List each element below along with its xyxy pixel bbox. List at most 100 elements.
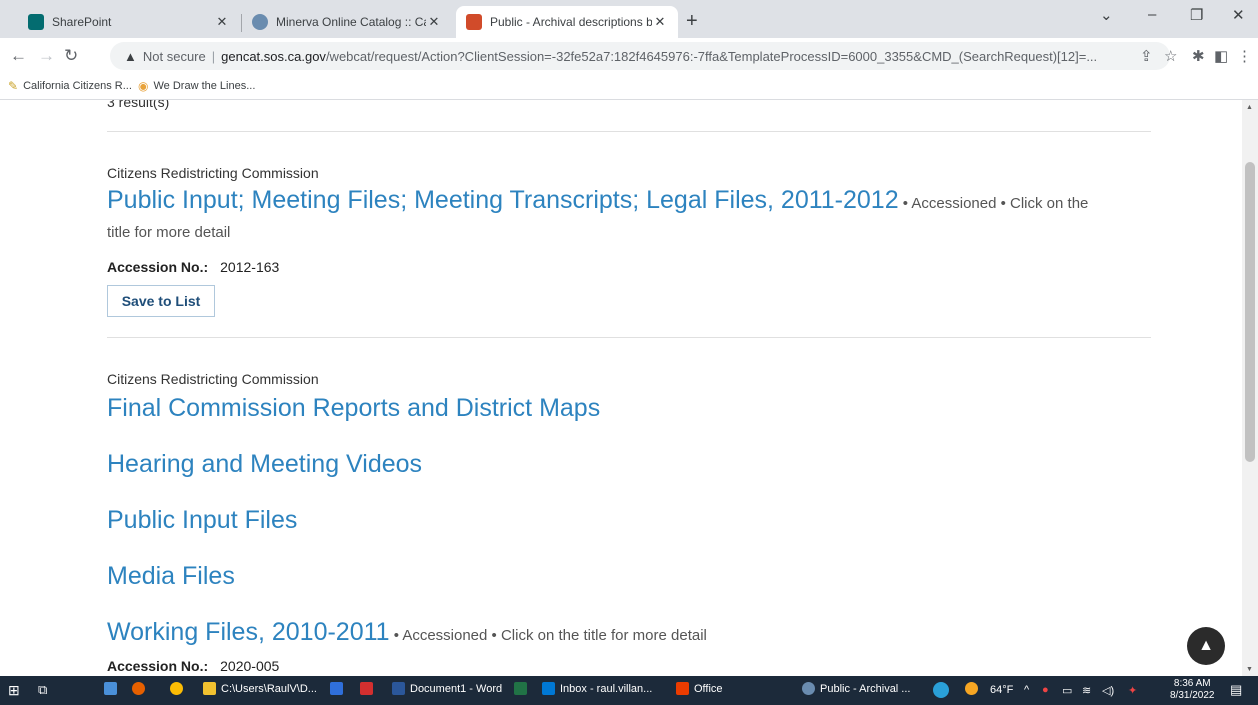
vertical-scrollbar[interactable]: ▲ ▼	[1242, 100, 1258, 676]
app-square-icon	[104, 682, 117, 695]
help-icon[interactable]	[933, 682, 954, 698]
result-title-row: Public Input; Meeting Files; Meeting Tra…	[107, 186, 1088, 215]
task-view-icon[interactable]: ⧉	[38, 682, 47, 698]
tab-archival-active[interactable]: Public - Archival descriptions brc ✕	[456, 6, 678, 38]
tab-sharepoint[interactable]: SharePoint ✕	[18, 6, 240, 38]
battery-icon[interactable]: ▭	[1062, 684, 1072, 697]
app-square-icon	[330, 682, 343, 695]
show-hidden-icons-icon[interactable]: ^	[1024, 684, 1029, 696]
notification-badge-icon[interactable]: ✦	[1128, 684, 1137, 697]
scroll-up-arrow-icon[interactable]: ▲	[1246, 104, 1253, 111]
result-meta: • Accessioned • Click on the	[898, 195, 1089, 212]
address-path: /webcat/request/Action?ClientSession=-32…	[325, 48, 1098, 64]
app-circle-icon	[933, 682, 949, 698]
accession-label: Accession No.:	[107, 259, 209, 275]
action-center-icon[interactable]: ▤	[1230, 682, 1242, 698]
divider	[107, 337, 1151, 338]
address-divider: |	[211, 48, 216, 64]
result-title-link[interactable]: Hearing and Meeting Videos	[107, 450, 422, 479]
accession-value: 2012-163	[220, 259, 280, 275]
tab-search-icon[interactable]: ⌄	[1100, 6, 1113, 24]
app-square-icon	[360, 682, 373, 695]
wifi-icon[interactable]: ≋	[1082, 684, 1091, 697]
sun-icon	[965, 682, 978, 695]
taskbar-app-icon[interactable]	[330, 682, 348, 695]
archive-icon	[466, 14, 482, 30]
warning-icon: ▲	[124, 48, 137, 64]
defender-icon[interactable]: ●	[1042, 684, 1049, 696]
address-host: gencat.sos.ca.gov	[221, 48, 326, 64]
bookmarks-bar: ✎ California Citizens R... ◉ We Draw the…	[0, 74, 1258, 100]
taskbar-item-outlook[interactable]: Inbox - raul.villan...	[542, 682, 652, 695]
taskbar-item-label: Public - Archival ...	[820, 682, 911, 695]
taskbar-item-label: Document1 - Word	[410, 682, 503, 695]
security-label: Not secure	[142, 48, 206, 64]
bookmark-star-icon[interactable]: ☆	[1164, 47, 1177, 65]
tab-strip: SharePoint ✕ Minerva Online Catalog :: C…	[0, 0, 1258, 38]
bookmark-california-citizens[interactable]: ✎ California Citizens R...	[8, 79, 132, 93]
bookmark-label: We Draw the Lines...	[153, 80, 256, 92]
results-count: 3 result(s)	[107, 100, 170, 110]
menu-icon[interactable]: ⋮	[1237, 47, 1252, 65]
folder-icon	[203, 682, 216, 695]
result-meta: • Accessioned • Click on the title for m…	[389, 627, 707, 644]
scroll-thumb[interactable]	[1245, 162, 1255, 462]
taskbar-item-label: C:\Users\RaulV\D...	[221, 682, 317, 695]
address-bar[interactable]: ▲ Not secure | gencat.sos.ca.gov /webcat…	[110, 42, 1170, 70]
scroll-down-arrow-icon[interactable]: ▼	[1246, 666, 1253, 673]
new-tab-button[interactable]: +	[686, 10, 698, 33]
close-window-button[interactable]: ✕	[1232, 6, 1245, 24]
forward-arrow-icon[interactable]: →	[38, 46, 55, 66]
result-title-link[interactable]: Media Files	[107, 562, 235, 591]
share-icon[interactable]: ⇪	[1140, 47, 1153, 65]
word-icon	[392, 682, 405, 695]
side-panel-icon[interactable]: ◧	[1214, 47, 1228, 65]
back-arrow-icon[interactable]: ←	[10, 46, 27, 66]
pen-icon: ✎	[8, 79, 19, 93]
volume-icon[interactable]: ◁)	[1102, 684, 1114, 697]
rainbow-icon: ◉	[138, 79, 149, 93]
taskbar-item-explorer[interactable]: C:\Users\RaulV\D...	[203, 682, 317, 695]
close-icon[interactable]: ✕	[426, 14, 442, 30]
accession-value: 2020-005	[220, 658, 280, 674]
minimize-button[interactable]: –	[1148, 6, 1156, 23]
result-title-link[interactable]: Public Input Files	[107, 506, 297, 535]
scroll-to-top-button[interactable]: ▲	[1187, 627, 1225, 665]
globe-icon	[252, 14, 268, 30]
result-title-link[interactable]: Final Commission Reports and District Ma…	[107, 394, 600, 423]
reload-icon[interactable]: ↻	[64, 46, 78, 66]
sharepoint-icon	[28, 14, 44, 30]
browser-toolbar: ← → ↻ ▲ Not secure | gencat.sos.ca.gov /…	[0, 38, 1258, 74]
result-agency: Citizens Redistricting Commission	[107, 165, 319, 181]
system-clock[interactable]: 8:36 AM 8/31/2022	[1170, 678, 1215, 702]
chrome-icon[interactable]	[170, 682, 188, 695]
accession-number: Accession No.: 2020-005	[107, 658, 279, 674]
taskbar-item-office[interactable]: Office	[676, 682, 723, 695]
close-icon[interactable]: ✕	[652, 14, 668, 30]
weather-temperature[interactable]: 64°F	[990, 684, 1013, 696]
tab-label: SharePoint	[52, 15, 112, 29]
page-content: 3 result(s) Citizens Redistricting Commi…	[0, 100, 1242, 676]
taskbar-item-word[interactable]: Document1 - Word	[392, 682, 502, 695]
taskbar-app-icon[interactable]	[104, 682, 122, 695]
tab-label: Public - Archival descriptions brc	[490, 15, 652, 29]
result-title-link[interactable]: Working Files, 2010-2011	[107, 618, 390, 646]
extensions-icon[interactable]: ✱	[1192, 47, 1205, 65]
taskbar-item-browser[interactable]: Public - Archival ...	[802, 682, 910, 695]
outlook-icon	[542, 682, 555, 695]
globe-icon	[802, 682, 815, 695]
firefox-icon[interactable]	[132, 682, 150, 695]
close-icon[interactable]: ✕	[214, 14, 230, 30]
acrobat-icon[interactable]	[360, 682, 378, 695]
result-title-link[interactable]: Public Input; Meeting Files; Meeting Tra…	[107, 186, 899, 214]
accession-number: Accession No.: 2012-163	[107, 259, 279, 275]
bookmark-we-draw-the-lines[interactable]: ◉ We Draw the Lines...	[138, 79, 255, 93]
tab-minerva[interactable]: Minerva Online Catalog :: Califor ✕	[242, 6, 452, 38]
weather-icon[interactable]	[965, 682, 983, 695]
result-meta-wrap: title for more detail	[107, 224, 231, 241]
save-to-list-button[interactable]: Save to List	[107, 285, 215, 317]
windows-start-icon[interactable]: ⊞	[8, 682, 20, 699]
excel-icon[interactable]	[514, 682, 532, 695]
restore-button[interactable]: ❐	[1190, 6, 1203, 24]
accession-label: Accession No.:	[107, 658, 209, 674]
